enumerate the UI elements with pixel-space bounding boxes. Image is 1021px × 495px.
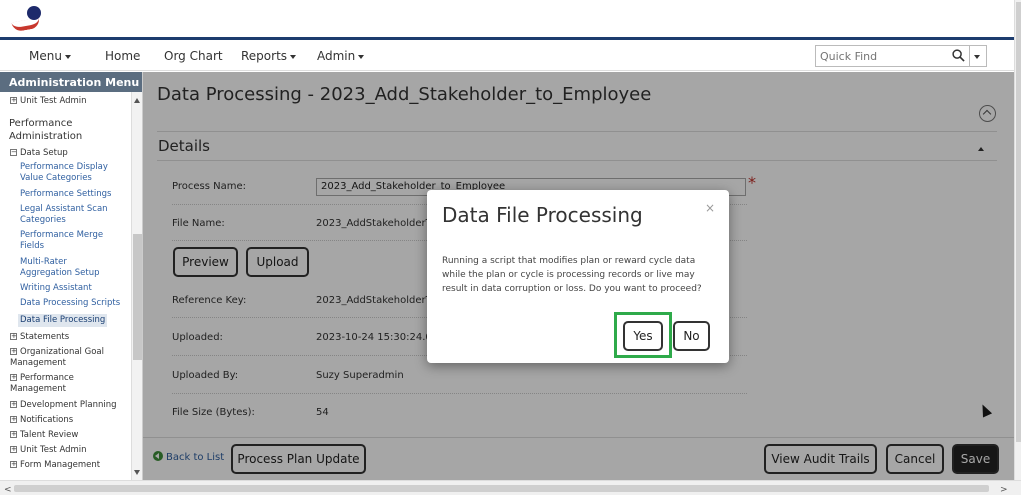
company-logo[interactable] bbox=[10, 6, 44, 34]
sidebar-link-performance-settings[interactable]: Performance Settings bbox=[20, 189, 111, 200]
sidebar-title: Administration Menu bbox=[0, 72, 142, 92]
expand-icon: + bbox=[10, 445, 17, 453]
sidebar-link-merge-fields[interactable]: Performance Merge Fields bbox=[20, 230, 120, 252]
expand-icon: + bbox=[10, 96, 17, 104]
chevron-down-icon bbox=[64, 54, 71, 59]
sidebar-link-performance-display[interactable]: Performance Display Value Categories bbox=[20, 162, 120, 184]
admin-sidebar: Administration Menu + Unit Test Admin Per… bbox=[0, 72, 143, 480]
yes-button[interactable]: Yes bbox=[623, 321, 663, 351]
scroll-right-icon[interactable]: > bbox=[1000, 485, 1008, 495]
sidebar-item-statements[interactable]: + Statements bbox=[10, 332, 69, 343]
sidebar-item-label: Unit Test Admin bbox=[20, 445, 87, 455]
scroll-left-icon[interactable]: < bbox=[4, 485, 12, 495]
sidebar-link-writing-assistant[interactable]: Writing Assistant bbox=[20, 283, 92, 294]
sidebar-item-form-management[interactable]: + Form Management bbox=[10, 460, 100, 471]
dialog-message: Running a script that modifies plan or r… bbox=[442, 256, 702, 294]
nav-menu-label: Menu bbox=[29, 49, 62, 63]
quick-find-input[interactable] bbox=[816, 46, 946, 66]
sidebar-item-talent-review[interactable]: + Talent Review bbox=[10, 430, 78, 441]
chevron-down-icon bbox=[974, 55, 980, 59]
sidebar-item-label: Organizational Goal Management bbox=[10, 347, 104, 368]
chevron-down-icon bbox=[358, 54, 365, 59]
sidebar-item-unit-test-admin-top[interactable]: + Unit Test Admin bbox=[10, 96, 87, 107]
sidebar-item-label: Development Planning bbox=[20, 400, 117, 410]
main-nav: Menu Home Org Chart Reports Admin bbox=[0, 41, 1014, 71]
sidebar-item-notifications[interactable]: + Notifications bbox=[10, 415, 73, 426]
top-header bbox=[0, 0, 1014, 40]
window-horizontal-scrollbar[interactable]: < > bbox=[0, 480, 1021, 495]
expand-icon: + bbox=[10, 415, 17, 423]
sidebar-item-label: Form Management bbox=[20, 460, 101, 470]
sidebar-item-org-goal[interactable]: + Organizational Goal Management bbox=[10, 347, 115, 369]
window-vertical-thumb[interactable] bbox=[1016, 2, 1021, 442]
no-button[interactable]: No bbox=[673, 321, 710, 351]
nav-admin[interactable]: Admin bbox=[317, 49, 365, 63]
nav-reports-label: Reports bbox=[241, 49, 288, 63]
nav-org-chart[interactable]: Org Chart bbox=[164, 49, 223, 63]
collapse-icon: − bbox=[10, 148, 17, 156]
sidebar-item-label: Performance Management bbox=[10, 373, 74, 394]
sidebar-section-performance-admin[interactable]: Performance Administration bbox=[9, 117, 119, 143]
expand-icon: + bbox=[10, 460, 17, 468]
sidebar-item-performance-management[interactable]: + Performance Management bbox=[10, 373, 110, 395]
nav-menu[interactable]: Menu bbox=[29, 49, 71, 63]
sidebar-item-unit-test-admin[interactable]: + Unit Test Admin bbox=[10, 445, 87, 456]
sidebar-item-data-setup[interactable]: − Data Setup bbox=[10, 148, 68, 159]
sidebar-scrollbar[interactable] bbox=[131, 92, 142, 480]
sidebar-link-data-processing-scripts[interactable]: Data Processing Scripts bbox=[20, 298, 120, 309]
scroll-up-icon[interactable] bbox=[134, 98, 140, 103]
sidebar-link-legal-assistant[interactable]: Legal Assistant Scan Categories bbox=[20, 204, 120, 226]
sidebar-link-multi-rater[interactable]: Multi-Rater Aggregation Setup bbox=[20, 257, 120, 279]
nav-home[interactable]: Home bbox=[105, 49, 140, 63]
search-icon[interactable] bbox=[952, 49, 965, 62]
dialog-title: Data File Processing bbox=[442, 203, 643, 227]
window-vertical-scrollbar[interactable] bbox=[1014, 0, 1021, 480]
scroll-down-icon[interactable] bbox=[134, 470, 140, 475]
sidebar-item-label: Notifications bbox=[20, 415, 74, 425]
logo-swoosh bbox=[11, 17, 41, 33]
expand-icon: + bbox=[10, 373, 17, 381]
sidebar-item-development-planning[interactable]: + Development Planning bbox=[10, 400, 117, 411]
close-icon[interactable]: × bbox=[705, 201, 715, 215]
nav-reports[interactable]: Reports bbox=[241, 49, 297, 63]
sidebar-link-data-file-processing[interactable]: Data File Processing bbox=[18, 314, 108, 327]
sidebar-item-label: Talent Review bbox=[20, 430, 79, 440]
chevron-down-icon bbox=[290, 54, 297, 59]
expand-icon: + bbox=[10, 400, 17, 408]
expand-icon: + bbox=[10, 347, 17, 355]
sidebar-scroll-thumb[interactable] bbox=[133, 234, 142, 360]
window-horizontal-thumb[interactable] bbox=[14, 485, 989, 492]
nav-admin-label: Admin bbox=[317, 49, 356, 63]
quick-find bbox=[815, 45, 970, 67]
sidebar-item-label: Data Setup bbox=[20, 148, 68, 158]
sidebar-item-label: Statements bbox=[20, 332, 70, 342]
expand-icon: + bbox=[10, 430, 17, 438]
quick-find-dropdown[interactable] bbox=[970, 45, 987, 67]
sidebar-item-label: Unit Test Admin bbox=[20, 96, 87, 106]
data-file-processing-dialog: Data File Processing × Running a script … bbox=[427, 190, 729, 363]
expand-icon: + bbox=[10, 332, 17, 340]
sidebar-list: + Unit Test Admin Performance Administrat… bbox=[0, 92, 130, 480]
